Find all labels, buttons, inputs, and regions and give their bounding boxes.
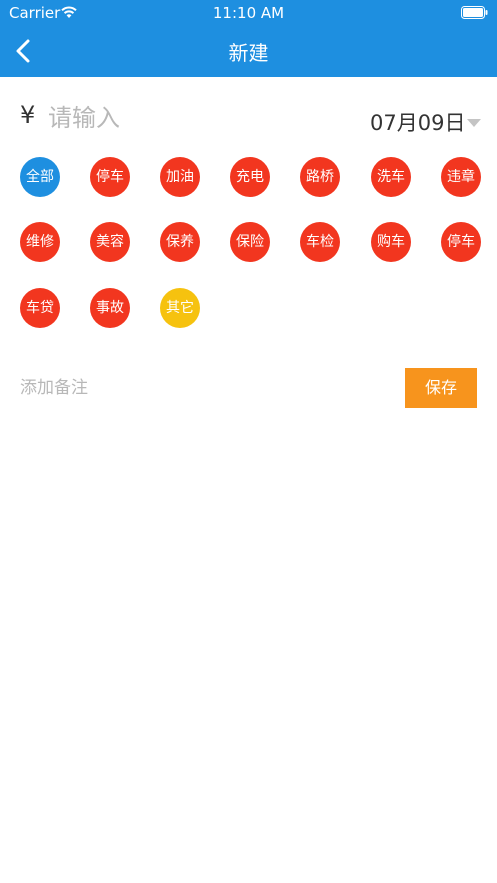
- category-other[interactable]: 其它: [160, 288, 200, 328]
- date-value: 07月09日: [370, 111, 466, 135]
- category-car-wash[interactable]: 洗车: [371, 157, 411, 197]
- category-repair[interactable]: 维修: [20, 222, 60, 262]
- category-car-loan[interactable]: 车贷: [20, 288, 60, 328]
- category-charging[interactable]: 充电: [230, 157, 270, 197]
- category-beauty[interactable]: 美容: [90, 222, 130, 262]
- currency-symbol: ¥: [20, 101, 36, 129]
- category-parking-2[interactable]: 停车: [441, 222, 481, 262]
- page-title: 新建: [228, 41, 269, 65]
- save-button[interactable]: 保存: [405, 368, 477, 408]
- status-time: 11:10 AM: [212, 4, 285, 22]
- amount-input[interactable]: [48, 98, 308, 138]
- category-purchase[interactable]: 购车: [371, 222, 411, 262]
- category-fuel[interactable]: 加油: [160, 157, 200, 197]
- note-input[interactable]: [20, 370, 380, 406]
- category-tolls[interactable]: 路桥: [300, 157, 340, 197]
- category-violation[interactable]: 违章: [441, 157, 481, 197]
- category-inspection[interactable]: 车检: [300, 222, 340, 262]
- date-picker[interactable]: 07月09日: [360, 105, 485, 137]
- battery-icon: [461, 6, 488, 19]
- category-insurance[interactable]: 保险: [230, 222, 270, 262]
- category-maintenance[interactable]: 保养: [160, 222, 200, 262]
- caret-down-icon: [467, 119, 481, 127]
- category-parking[interactable]: 停车: [90, 157, 130, 197]
- nav-bar: Carrier 11:10 AM 新建: [0, 0, 497, 77]
- category-all[interactable]: 全部: [20, 157, 60, 197]
- category-accident[interactable]: 事故: [90, 288, 130, 328]
